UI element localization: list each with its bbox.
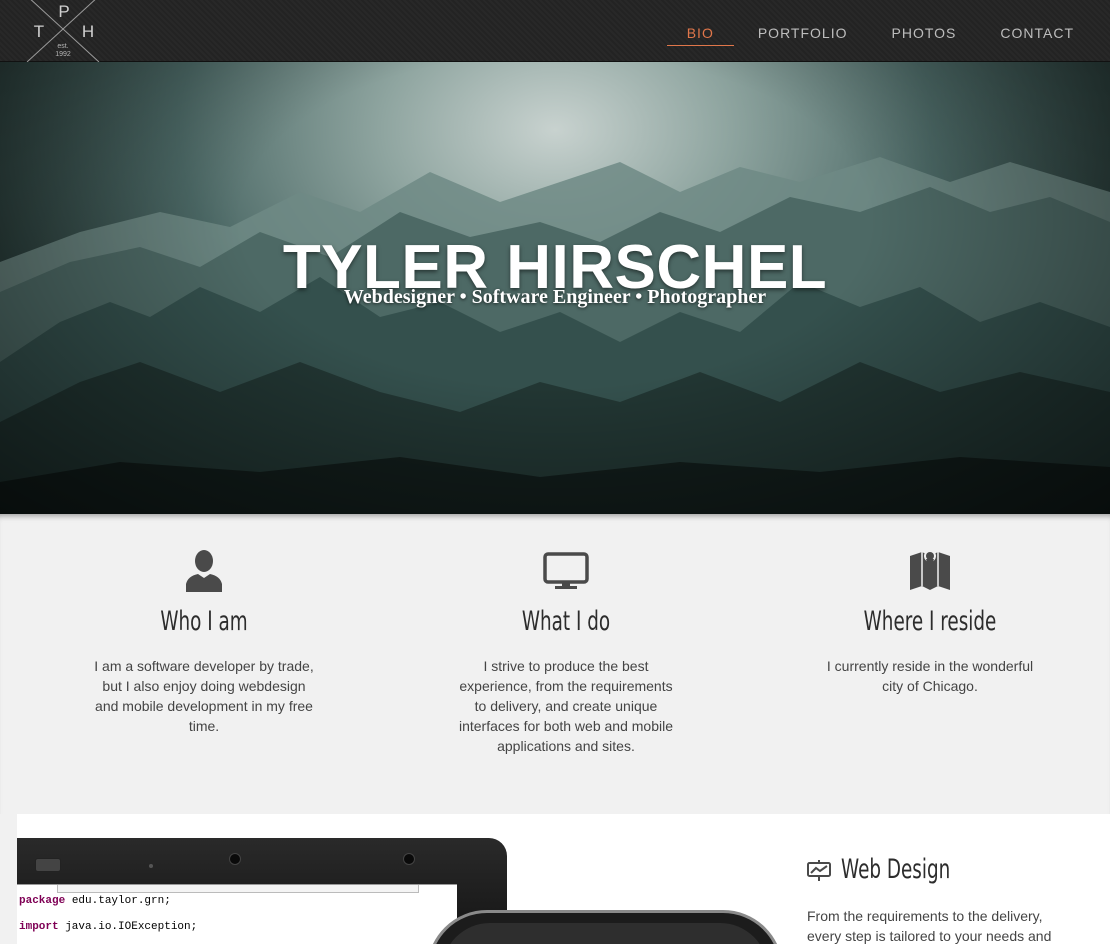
map-pin-icon [800, 548, 1060, 592]
feature-title: What I do [521, 606, 611, 637]
logo-year: 1992 [55, 51, 71, 58]
monitor-icon [436, 548, 696, 592]
feature-text: I currently reside in the wonderful city… [826, 658, 1034, 694]
laptop-mockup: package edu.taylor.grn; import java.io.I… [17, 838, 507, 944]
logo-letter-h: H [82, 22, 94, 41]
phone-mockup [427, 910, 783, 944]
nav-photos[interactable]: PHOTOS [872, 0, 977, 62]
hero-subtitle: Webdesigner • Software Engineer • Photog… [343, 286, 767, 308]
presentation-icon [807, 860, 831, 882]
laptop-indicator-light [149, 864, 153, 868]
service-text: From the requirements to the delivery, e… [807, 908, 1052, 944]
feature-text: I am a software developer by trade, but … [94, 658, 314, 734]
logo-letter-p: P [58, 2, 69, 21]
laptop-sensor [403, 853, 415, 865]
code-line: import java.io.IOException; [19, 921, 198, 933]
feature-title: Who I am [160, 606, 248, 637]
feature-title: Where I reside [863, 606, 997, 637]
site-logo[interactable]: P T H est. 1992 [25, 0, 101, 62]
user-icon [74, 548, 334, 592]
editor-toolbar [57, 885, 419, 893]
nav-contact[interactable]: CONTACT [980, 0, 1094, 62]
features-section: Who I am I am a software developer by tr… [0, 514, 1110, 814]
laptop-camera [229, 853, 241, 865]
nav-portfolio[interactable]: PORTFOLIO [738, 0, 868, 62]
logo-est: est. [57, 43, 68, 50]
main-nav: BIO PORTFOLIO PHOTOS CONTACT [663, 0, 1094, 62]
hero-banner: TYLER HIRSCHEL Webdesigner • Software En… [0, 62, 1110, 514]
feature-text: I strive to produce the best experience,… [458, 658, 673, 754]
logo-letter-t: T [34, 22, 44, 41]
service-title: Web Design [841, 854, 951, 885]
nav-bio[interactable]: BIO [666, 0, 734, 62]
top-navbar: P T H est. 1992 BIO PORTFOLIO PHOTOS CON… [0, 0, 1110, 62]
code-line: package edu.taylor.grn; [19, 895, 171, 907]
laptop-camera-housing [35, 858, 61, 872]
laptop-screen: package edu.taylor.grn; import java.io.I… [17, 884, 457, 944]
portfolio-showcase: package edu.taylor.grn; import java.io.I… [17, 814, 1110, 944]
